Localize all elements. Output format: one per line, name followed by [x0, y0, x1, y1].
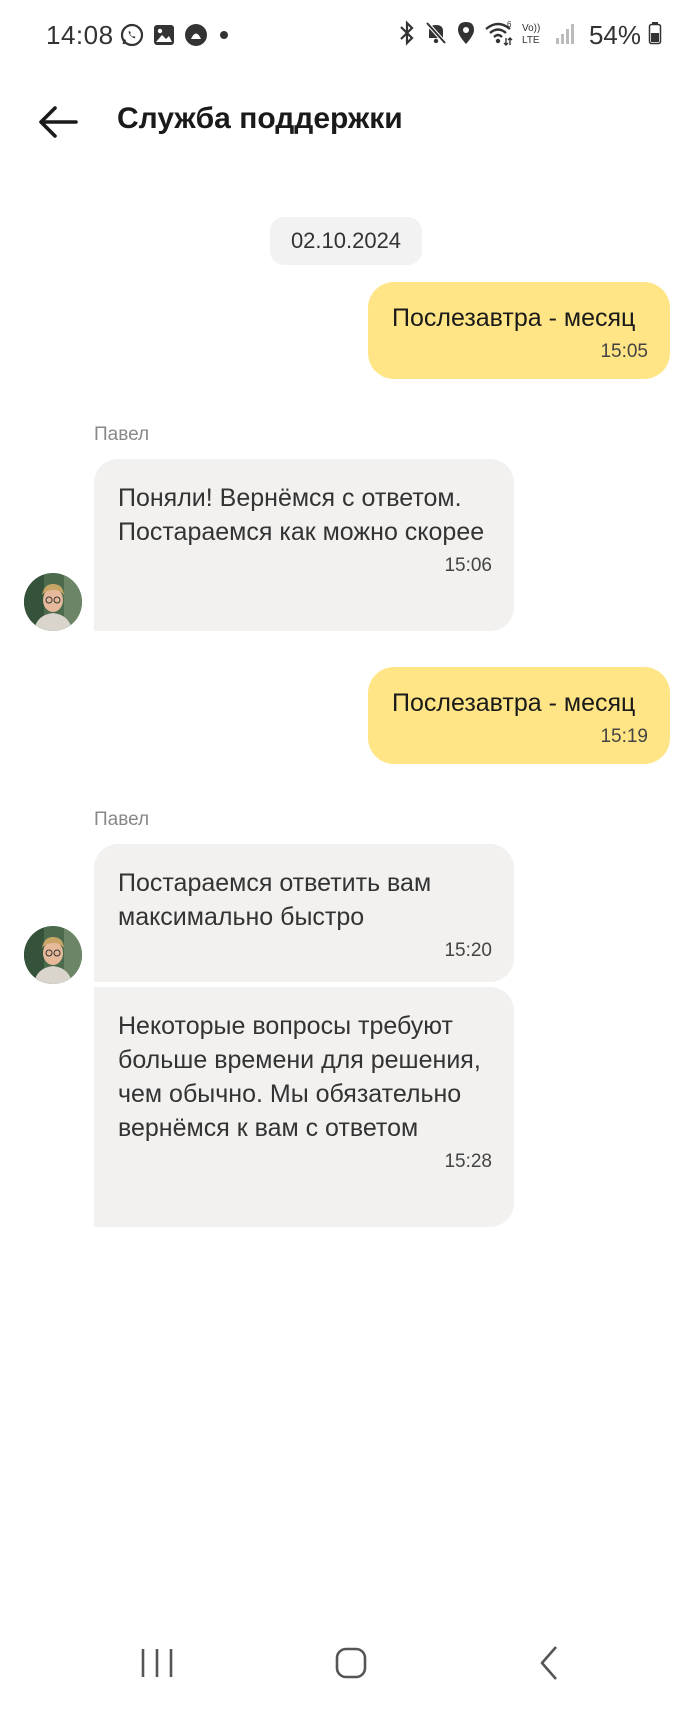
battery-percent: 54%: [588, 20, 641, 50]
svg-text:Vo)): Vo)): [522, 23, 540, 34]
page-title: Служба поддержки: [117, 102, 403, 135]
signal-icon: [554, 20, 576, 51]
outgoing-message[interactable]: Послезавтра - месяц 15:19: [368, 667, 670, 764]
home-icon: [335, 1647, 367, 1679]
message-time: 15:19: [600, 726, 648, 747]
app-header: Служба поддержки: [0, 74, 700, 170]
status-time: 14:08: [46, 20, 114, 50]
svg-text:6: 6: [507, 20, 512, 29]
home-button[interactable]: [321, 1641, 381, 1687]
dot-icon: [216, 23, 232, 52]
status-right-icons: 6 Vo)) LTE 54%: [397, 20, 662, 51]
avatar-photo-icon: [24, 926, 82, 984]
whatsapp-icon: [120, 23, 144, 52]
back-button[interactable]: [36, 102, 82, 142]
incoming-message[interactable]: Некоторые вопросы требуют больше времени…: [94, 987, 514, 1227]
system-nav-bar: [0, 1615, 700, 1711]
mute-icon: [424, 20, 448, 51]
svg-text:LTE: LTE: [522, 35, 540, 46]
message-text: Поняли! Вернёмся с ответом. Постараемся …: [118, 484, 485, 546]
notification-app-icon: [184, 23, 208, 52]
image-icon: [152, 23, 176, 52]
message-text: Послезавтра - месяц: [392, 689, 636, 717]
wifi-icon: 6: [484, 20, 514, 51]
message-time: 15:28: [444, 1151, 492, 1172]
avatar[interactable]: [24, 573, 82, 631]
message-text: Некоторые вопросы требуют больше времени…: [118, 1012, 481, 1142]
avatar-photo-icon: [24, 573, 82, 631]
recent-apps-icon: [141, 1649, 173, 1677]
sender-name: Павел: [94, 424, 150, 445]
bluetooth-icon: [397, 20, 417, 51]
message-time: 15:20: [444, 940, 492, 961]
nav-back-button[interactable]: [520, 1641, 580, 1687]
message-time: 15:06: [444, 555, 492, 576]
message-time: 15:05: [600, 341, 648, 362]
status-left-icons: [120, 23, 232, 52]
message-text: Послезавтра - месяц: [392, 304, 636, 332]
message-text: Постараемся ответить вам максимально быс…: [118, 869, 432, 931]
arrow-left-icon: [36, 106, 82, 146]
incoming-message[interactable]: Постараемся ответить вам максимально быс…: [94, 844, 514, 982]
battery-icon: [648, 20, 662, 51]
avatar[interactable]: [24, 926, 82, 984]
volte-icon: Vo)) LTE: [521, 20, 547, 51]
incoming-message[interactable]: Поняли! Вернёмся с ответом. Постараемся …: [94, 459, 514, 631]
date-chip: 02.10.2024: [270, 217, 422, 265]
sender-name: Павел: [94, 809, 150, 830]
outgoing-message[interactable]: Послезавтра - месяц 15:05: [368, 282, 670, 379]
location-icon: [455, 20, 477, 51]
status-bar: 14:08 6 Vo)) LTE 54%: [0, 0, 700, 74]
back-nav-icon: [540, 1646, 557, 1680]
recent-apps-button[interactable]: [127, 1641, 187, 1687]
